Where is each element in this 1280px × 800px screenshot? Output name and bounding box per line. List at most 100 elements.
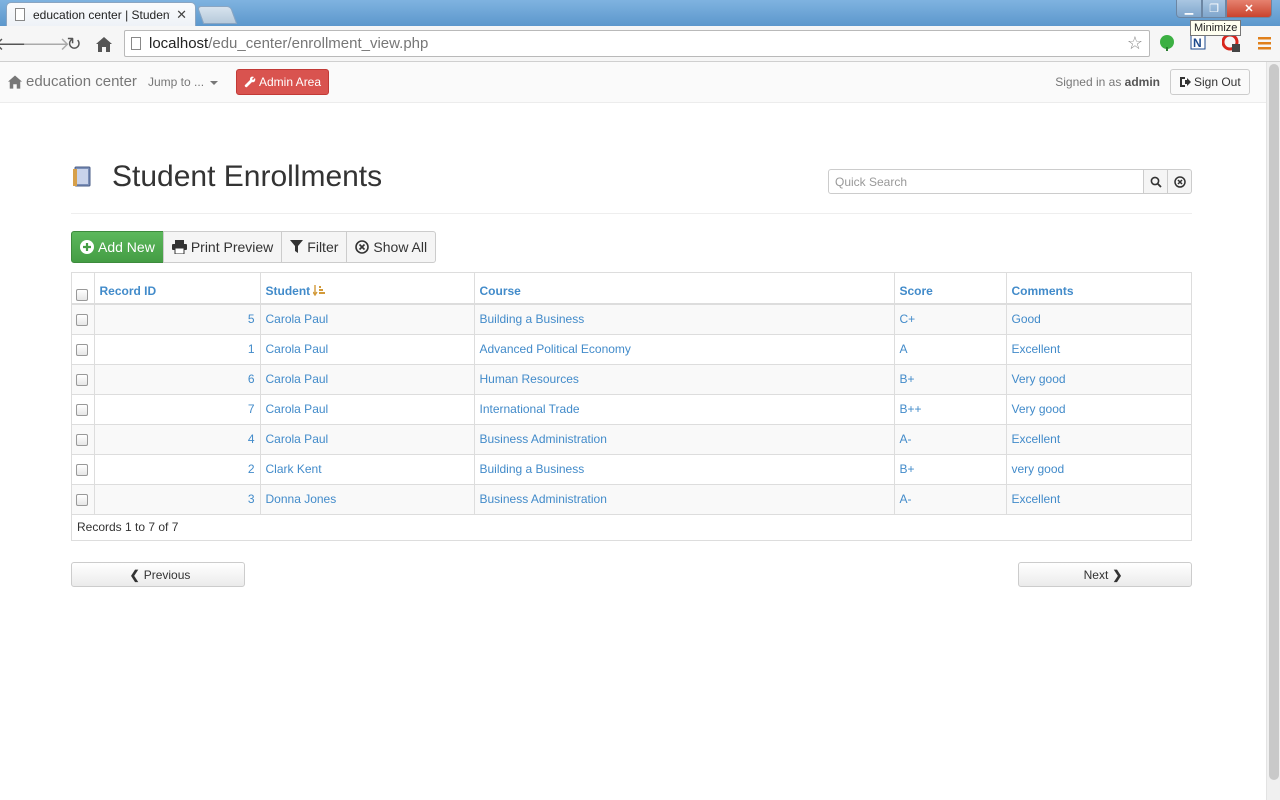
url-host: localhost xyxy=(149,35,209,52)
select-all-checkbox[interactable] xyxy=(76,289,88,301)
row-checkbox[interactable] xyxy=(76,433,88,446)
student-cell[interactable]: Carola Paul xyxy=(260,393,475,424)
brand-link[interactable]: education center xyxy=(8,73,137,90)
course-cell[interactable]: Building a Business xyxy=(474,453,895,484)
student-cell[interactable]: Clark Kent xyxy=(260,453,475,484)
score-cell[interactable]: A- xyxy=(894,423,1007,454)
comments-cell[interactable]: Excellent xyxy=(1006,423,1191,454)
search-icon xyxy=(1150,176,1162,188)
row-select-cell xyxy=(72,333,95,364)
record-id-cell[interactable]: 7 xyxy=(94,393,261,424)
course-cell[interactable]: Advanced Political Economy xyxy=(474,333,895,364)
column-header-score[interactable]: Score xyxy=(894,273,1007,305)
jump-to-dropdown[interactable]: Jump to ... xyxy=(148,75,219,89)
filter-button[interactable]: Filter xyxy=(281,231,348,263)
row-select-cell xyxy=(72,303,95,334)
page-title: Student Enrollments xyxy=(112,160,383,193)
score-cell[interactable]: B+ xyxy=(894,453,1007,484)
record-id-cell[interactable]: 5 xyxy=(94,303,261,334)
show-all-button[interactable]: Show All xyxy=(346,231,437,263)
row-checkbox[interactable] xyxy=(76,403,88,416)
score-cell[interactable]: B++ xyxy=(894,393,1007,424)
tab-close-icon[interactable]: ✕ xyxy=(176,7,187,23)
column-header-record-id[interactable]: Record ID xyxy=(94,273,261,305)
admin-area-button[interactable]: Admin Area xyxy=(236,69,330,95)
course-cell[interactable]: Human Resources xyxy=(474,363,895,394)
wrench-icon xyxy=(244,76,256,88)
row-checkbox[interactable] xyxy=(76,373,88,386)
quick-search-group xyxy=(828,169,1192,194)
minimize-button[interactable]: ▁ xyxy=(1176,0,1202,18)
table-row[interactable]: 4 Carola Paul Business Administration A- Exc… xyxy=(72,423,1191,454)
new-tab-button[interactable] xyxy=(196,6,238,24)
course-cell[interactable]: Building a Business xyxy=(474,303,895,334)
previous-button[interactable]: ❮ Previous xyxy=(71,562,245,587)
print-preview-button[interactable]: Print Preview xyxy=(162,231,283,263)
row-checkbox[interactable] xyxy=(76,463,88,476)
browser-tab[interactable]: education center | Student Enrollments ✕ xyxy=(6,2,196,26)
student-cell[interactable]: Donna Jones xyxy=(260,483,475,514)
bookmark-star-icon[interactable]: ☆ xyxy=(1127,33,1143,54)
forward-icon[interactable]: 🡒 xyxy=(22,32,70,56)
chevron-right-icon: ❯ xyxy=(1112,567,1123,582)
print-icon xyxy=(171,240,187,254)
reload-icon[interactable]: ↻ xyxy=(62,32,86,56)
score-cell[interactable]: C+ xyxy=(894,303,1007,334)
column-header-comments[interactable]: Comments xyxy=(1006,273,1191,305)
course-cell[interactable]: International Trade xyxy=(474,393,895,424)
comments-cell[interactable]: Excellent xyxy=(1006,483,1191,514)
next-button[interactable]: Next ❯ xyxy=(1018,562,1192,587)
extension-n-icon[interactable]: N xyxy=(1190,34,1208,52)
record-id-cell[interactable]: 1 xyxy=(94,333,261,364)
student-cell[interactable]: Carola Paul xyxy=(260,303,475,334)
row-checkbox[interactable] xyxy=(76,343,88,356)
score-cell[interactable]: B+ xyxy=(894,363,1007,394)
quick-search-input[interactable] xyxy=(828,169,1144,194)
page-scrollbar[interactable] xyxy=(1266,62,1280,800)
comments-cell[interactable]: very good xyxy=(1006,453,1191,484)
close-window-button[interactable]: ✕ xyxy=(1226,0,1272,18)
scrollbar-thumb[interactable] xyxy=(1269,64,1279,780)
search-button[interactable] xyxy=(1144,169,1168,194)
table-row[interactable]: 6 Carola Paul Human Resources B+ Very good xyxy=(72,363,1191,394)
score-cell[interactable]: A xyxy=(894,333,1007,364)
record-id-cell[interactable]: 6 xyxy=(94,363,261,394)
signed-in-user: admin xyxy=(1124,75,1160,89)
table-row[interactable]: 3 Donna Jones Business Administration A- Exc… xyxy=(72,483,1191,514)
record-id-cell[interactable]: 4 xyxy=(94,423,261,454)
row-checkbox[interactable] xyxy=(76,493,88,506)
record-id-cell[interactable]: 2 xyxy=(94,453,261,484)
comments-cell[interactable]: Very good xyxy=(1006,363,1191,394)
filter-label: Filter xyxy=(307,239,339,255)
table-row[interactable]: 5 Carola Paul Building a Business C+ Good xyxy=(72,303,1191,334)
add-new-button[interactable]: Add New xyxy=(71,231,164,263)
row-checkbox[interactable] xyxy=(76,314,88,327)
clear-search-button[interactable] xyxy=(1168,169,1192,194)
record-id-cell[interactable]: 3 xyxy=(94,483,261,514)
home-icon xyxy=(8,74,22,89)
maximize-button[interactable]: ❐ xyxy=(1202,0,1226,18)
comments-cell[interactable]: Very good xyxy=(1006,393,1191,424)
table-row[interactable]: 7 Carola Paul International Trade B++ Very g… xyxy=(72,393,1191,424)
address-bar[interactable]: localhost/edu_center/enrollment_view.php… xyxy=(124,30,1150,57)
course-cell[interactable]: Business Administration xyxy=(474,483,895,514)
comments-cell[interactable]: Good xyxy=(1006,303,1191,334)
student-cell[interactable]: Carola Paul xyxy=(260,363,475,394)
column-header-course[interactable]: Course xyxy=(474,273,895,305)
admin-area-label: Admin Area xyxy=(259,75,322,89)
course-cell[interactable]: Business Administration xyxy=(474,423,895,454)
comments-cell[interactable]: Excellent xyxy=(1006,333,1191,364)
extension-opera-icon[interactable] xyxy=(1222,34,1240,52)
student-cell[interactable]: Carola Paul xyxy=(260,333,475,364)
row-select-cell xyxy=(72,453,95,484)
chrome-menu-icon[interactable] xyxy=(1256,34,1274,52)
score-cell[interactable]: A- xyxy=(894,483,1007,514)
student-cell[interactable]: Carola Paul xyxy=(260,423,475,454)
table-row[interactable]: 2 Clark Kent Building a Business B+ very goo… xyxy=(72,453,1191,484)
add-new-label: Add New xyxy=(98,239,155,255)
column-header-student[interactable]: Student xyxy=(260,273,475,305)
home-icon[interactable] xyxy=(92,32,116,56)
extension-leaf-icon[interactable] xyxy=(1158,34,1176,52)
table-row[interactable]: 1 Carola Paul Advanced Political Economy A E… xyxy=(72,333,1191,364)
sign-out-button[interactable]: Sign Out xyxy=(1170,69,1250,95)
